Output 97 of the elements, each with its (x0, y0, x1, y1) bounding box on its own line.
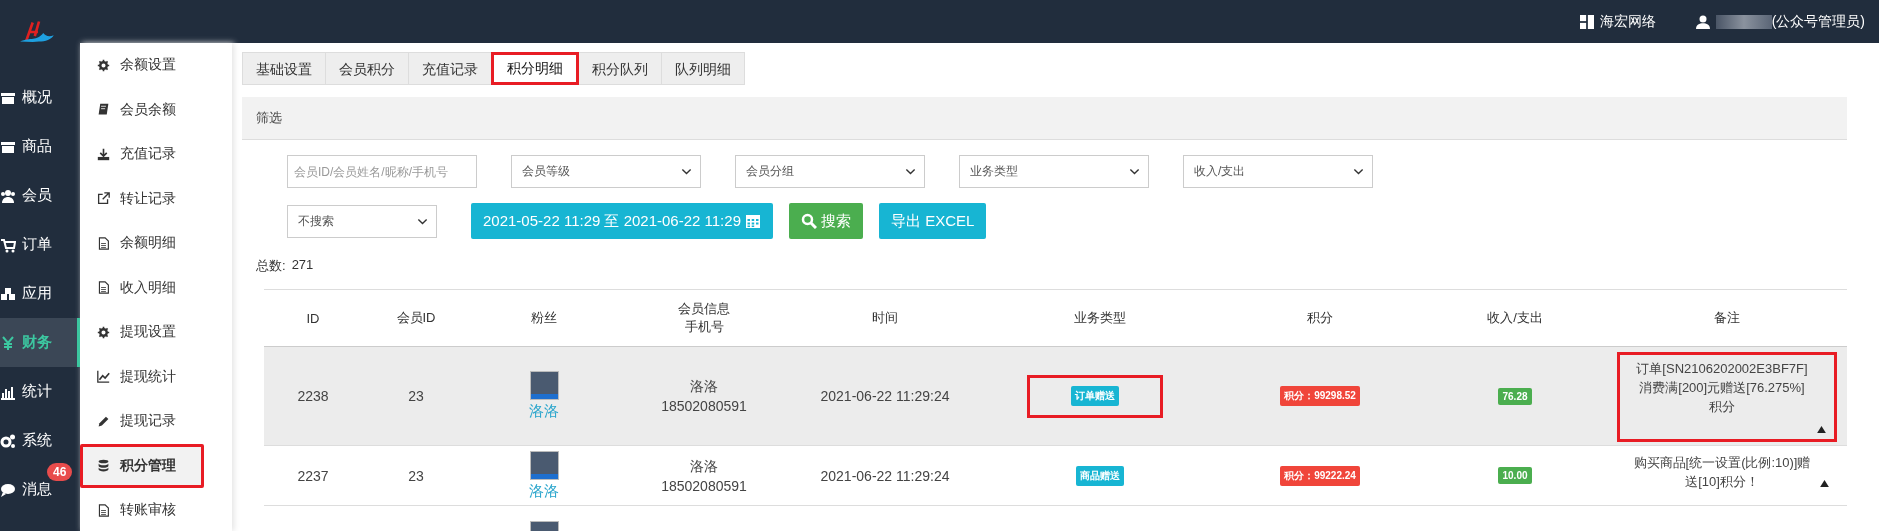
type-badge: 商品赠送 (1076, 465, 1124, 486)
settings-icon (97, 325, 110, 339)
sidebar-item[interactable]: 统计 (0, 367, 80, 416)
sidebar-item[interactable]: 概况 (0, 73, 80, 122)
count-badge: 46 (47, 463, 73, 481)
dropdown[interactable]: 会员等级 (511, 155, 701, 188)
points-badge: 积分：99298.52 (1280, 386, 1360, 406)
dropdown[interactable]: 会员分组 (735, 155, 925, 188)
user-icon (1695, 14, 1710, 29)
blurred-name (1715, 14, 1772, 29)
pencil-icon (97, 414, 110, 428)
table-cell: 23 (408, 388, 424, 404)
table-cell: 2237 (297, 467, 329, 484)
dropdown[interactable]: 业务类型 (959, 155, 1149, 188)
tab[interactable]: 积分明细 (491, 52, 579, 85)
yen-icon (0, 334, 16, 351)
dropdown[interactable]: 收入/支出 (1183, 155, 1373, 188)
cart-icon (0, 236, 16, 253)
submenu-item[interactable]: 提现设置 (80, 310, 232, 355)
photo-placeholder (529, 371, 559, 400)
caret-up-icon (1817, 426, 1826, 433)
column-header: 备注 (1714, 309, 1740, 327)
search-icon (801, 213, 817, 229)
sidebar-item[interactable]: 订单 (0, 220, 80, 269)
database-icon (97, 459, 110, 473)
column-header: 会员信息手机号 (678, 300, 730, 336)
submenu-item[interactable]: 转账审核 (80, 488, 232, 531)
remark-text: 订单[SN2106202002E3BF7F]消费满[200]元赠送[76.275%]积分 (1635, 360, 1809, 416)
chevron-down-icon (681, 166, 692, 177)
table-row[interactable]: 2238 23 洛洛 洛洛 18502080591 2021-06-22 11:29:24 订单赠送 积分：99298.52 76.28 订单[SN2106202002E3BF7F]消费满[200]元赠送[76.275%]积分 (264, 347, 1847, 446)
settings-icon (97, 58, 110, 72)
photo-placeholder (529, 450, 559, 480)
type-badge: 订单赠送 (1071, 386, 1119, 406)
table-cell: 2238 (297, 388, 329, 404)
member-name: 洛洛 (690, 378, 718, 396)
gears-icon (0, 432, 16, 449)
grid-icon (1579, 14, 1594, 29)
download-icon (97, 147, 110, 161)
chevron-down-icon (1129, 166, 1140, 177)
points-badge: 积分：99222.24 (1280, 465, 1360, 486)
sidebar-item[interactable]: 商品 (0, 122, 80, 171)
filter-header: 筛选 (242, 97, 1847, 140)
submenu-item[interactable]: 余额设置 (80, 43, 232, 88)
submenu-item[interactable]: 充值记录 (80, 132, 232, 177)
member-name: 洛洛 (690, 457, 718, 476)
total-label: 总数: (256, 257, 286, 275)
submenu-item[interactable]: 余额明细 (80, 221, 232, 266)
external-link-icon (97, 192, 110, 206)
tab[interactable]: 基础设置 (242, 52, 326, 85)
remark-text: 购买商品[统一设置(比例:10)]赠送[10]积分！ (1633, 454, 1811, 491)
column-header: ID (306, 310, 320, 326)
phone-number: 18502080591 (661, 398, 747, 414)
sidebar-item[interactable]: 应用 (0, 269, 80, 318)
tab[interactable]: 会员积分 (325, 52, 409, 85)
search-field[interactable]: 会员ID/会员姓名/昵称/手机号 (287, 155, 477, 188)
chat-icon (0, 481, 16, 498)
sidebar-item[interactable]: 系统 (0, 416, 80, 465)
table-row[interactable]: 2237 23 洛洛 洛洛 18502080591 2021-06-22 11:29:24 商品赠送 积分：99222.24 10.00 购买商品[统一设置(比例:10)]赠送[10]积分！ (264, 446, 1847, 506)
cubes-icon (0, 285, 16, 302)
sidebar-item[interactable]: 消息 46 (0, 465, 80, 514)
submenu-item[interactable]: 收入明细 (80, 265, 232, 310)
document-icon (97, 503, 110, 517)
shop-link[interactable]: 海宏网络 (1579, 12, 1656, 31)
dropdown[interactable]: 不搜索 (287, 204, 437, 238)
amount-badge: 10.00 (1498, 467, 1532, 484)
amount-badge: 76.28 (1498, 387, 1532, 405)
tab[interactable]: 积分队列 (578, 52, 662, 85)
book-icon (97, 103, 110, 117)
document-icon (97, 236, 110, 250)
total-count: 271 (291, 257, 314, 274)
chevron-down-icon (1353, 166, 1364, 177)
column-header: 会员ID (396, 309, 436, 327)
chevron-down-icon (905, 166, 916, 177)
column-header: 业务类型 (1074, 309, 1126, 327)
line-chart-icon (97, 370, 110, 384)
submenu-item[interactable]: 转让记录 (80, 176, 232, 221)
submenu-item[interactable]: 积分管理 (80, 443, 204, 488)
phone-number: 18502080591 (661, 477, 747, 494)
user-menu[interactable]: (公众号管理员) (1695, 12, 1865, 31)
sidebar-item[interactable]: 财务 (0, 318, 80, 367)
table-cell: 23 (408, 467, 424, 484)
document-icon (97, 281, 110, 295)
caret-up-icon (1820, 480, 1829, 487)
tab[interactable]: 充值记录 (408, 52, 492, 85)
table-cell: 2021-06-22 11:29:24 (820, 467, 950, 484)
calendar-icon (745, 213, 761, 229)
column-header: 积分 (1307, 309, 1333, 327)
column-header: 收入/支出 (1487, 309, 1543, 327)
column-header: 粉丝 (531, 309, 557, 327)
submenu-item[interactable]: 会员余额 (80, 87, 232, 132)
column-header: 时间 (872, 309, 898, 327)
submenu-item[interactable]: 提现记录 (80, 399, 232, 444)
sidebar-item[interactable]: 会员 (0, 171, 80, 220)
submenu-item[interactable]: 提现统计 (80, 354, 232, 399)
tab[interactable]: 队列明细 (661, 52, 745, 85)
table-cell: 2021-06-22 11:29:24 (820, 388, 950, 404)
users-icon (0, 187, 16, 204)
